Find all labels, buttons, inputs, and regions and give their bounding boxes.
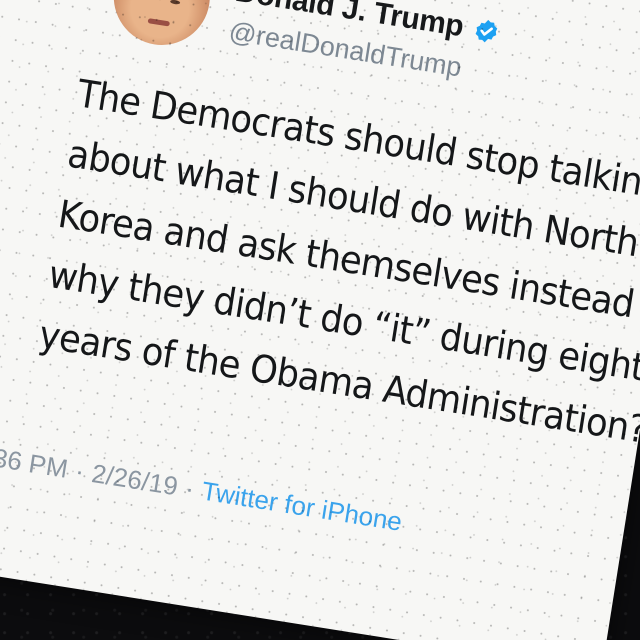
screenshot-stage: Donald J. Trump @realDonaldTrump The Dem… [0, 0, 640, 640]
avatar-right-eye [169, 0, 181, 5]
verified-badge-icon [475, 19, 497, 43]
tweet-text: The Democrats should stop talking about … [35, 63, 640, 452]
tweet-source-link[interactable]: Twitter for iPhone [200, 476, 405, 537]
meta-separator: · [183, 472, 197, 504]
avatar-mouth [147, 18, 171, 27]
tweet-meta: 3:36 PM · 2/26/19 · Twitter for iPhone [0, 439, 404, 538]
tweet-card: Donald J. Trump @realDonaldTrump The Dem… [0, 0, 640, 640]
tweet-time[interactable]: 3:36 PM [0, 439, 70, 484]
author-avatar[interactable] [106, 0, 217, 52]
meta-separator: · [73, 455, 87, 487]
tweet-date[interactable]: 2/26/19 [90, 458, 180, 501]
avatar-left-eye [143, 0, 154, 1]
